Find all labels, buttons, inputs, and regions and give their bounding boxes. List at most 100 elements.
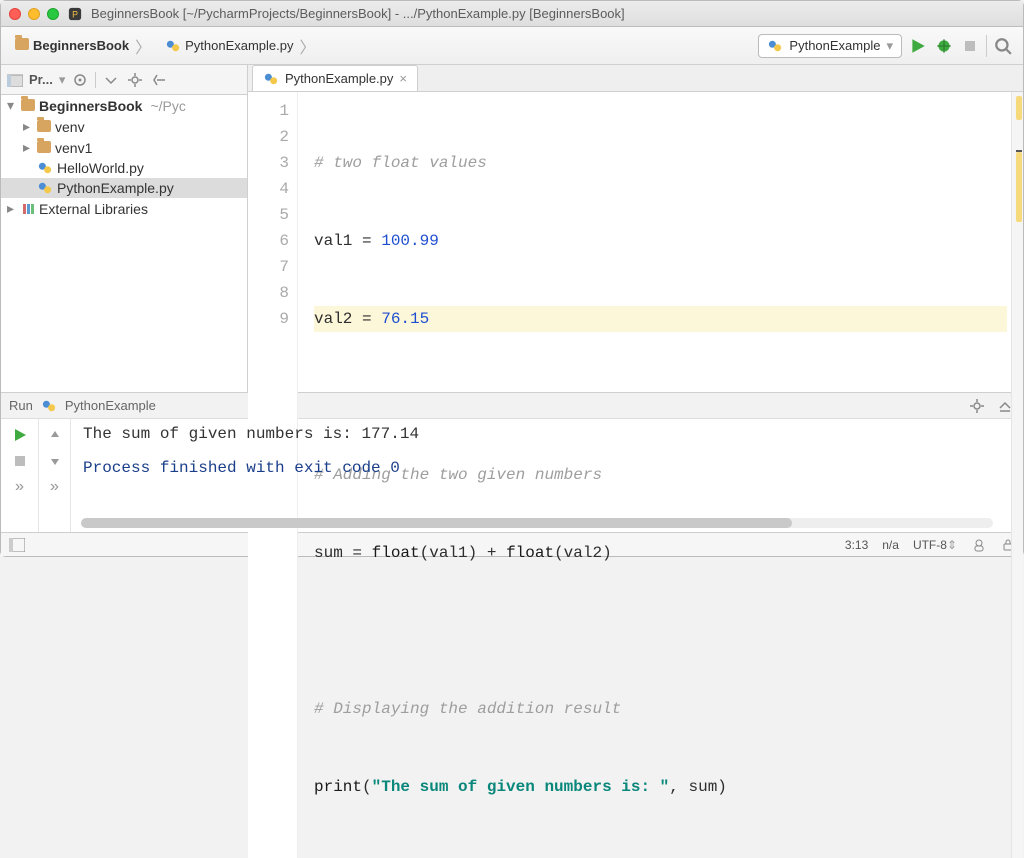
run-title-config: PythonExample xyxy=(65,398,156,413)
project-root[interactable]: ▾ BeginnersBook ~/Pyc xyxy=(1,95,247,116)
scrollbar-thumb[interactable] xyxy=(81,518,792,528)
output-line: The sum of given numbers is: 177.14 xyxy=(83,425,1011,443)
run-button[interactable] xyxy=(908,36,928,56)
caret-marker xyxy=(1016,150,1022,152)
window-zoom-button[interactable] xyxy=(47,8,59,20)
python-file-icon xyxy=(165,39,181,53)
separator xyxy=(986,35,987,57)
library-icon xyxy=(21,202,35,216)
chevron-down-icon[interactable]: ▾ xyxy=(59,72,66,88)
tool-windows-quick-access-icon[interactable] xyxy=(9,538,25,552)
up-stack-icon[interactable] xyxy=(45,425,65,445)
svg-text:P: P xyxy=(72,9,78,19)
code-token: = xyxy=(343,544,372,562)
project-path: ~/Pyc xyxy=(150,98,185,114)
python-icon xyxy=(767,39,783,53)
search-everywhere-button[interactable] xyxy=(993,36,1013,56)
project-tree[interactable]: ▾ BeginnersBook ~/Pyc ▸ venv ▸ venv1 xyxy=(1,95,247,392)
line-number: 2 xyxy=(252,124,289,150)
code-comment: # Displaying the addition result xyxy=(314,700,621,718)
line-number: 9 xyxy=(252,306,289,332)
horizontal-scrollbar[interactable] xyxy=(81,518,993,528)
python-file-icon xyxy=(37,161,53,175)
external-libraries[interactable]: ▸ External Libraries xyxy=(1,198,247,219)
code-token: val1 xyxy=(314,232,352,250)
expand-arrow-icon[interactable]: ▸ xyxy=(23,118,33,135)
code-token: sum xyxy=(314,544,343,562)
breadcrumb-file-label: PythonExample.py xyxy=(185,38,293,53)
hide-tool-window-icon[interactable] xyxy=(150,71,168,89)
project-tab-label[interactable]: Pr... xyxy=(29,72,53,87)
code-comment: # two float values xyxy=(314,154,487,172)
project-toolbar: Pr... ▾ xyxy=(1,65,247,95)
line-number: 6 xyxy=(252,228,289,254)
tree-folder-venv[interactable]: ▸ venv xyxy=(1,116,247,137)
line-number: 7 xyxy=(252,254,289,280)
breadcrumb-project-label: BeginnersBook xyxy=(33,38,129,53)
chevron-down-icon: ▾ xyxy=(886,38,893,54)
window-minimize-button[interactable] xyxy=(28,8,40,20)
python-file-icon xyxy=(37,181,53,195)
tree-item-label: PythonExample.py xyxy=(57,180,174,196)
run-controls-left: » xyxy=(1,419,39,532)
project-view-icon xyxy=(7,73,23,87)
code-token: (val2) xyxy=(554,544,612,562)
run-controls-secondary: » xyxy=(39,419,71,532)
line-number: 4 xyxy=(252,176,289,202)
code-token: val2 xyxy=(314,310,352,328)
run-title-prefix: Run xyxy=(9,398,33,413)
python-file-icon xyxy=(263,72,279,86)
rerun-button[interactable] xyxy=(10,425,30,445)
settings-gear-icon[interactable] xyxy=(126,71,144,89)
python-icon xyxy=(41,399,57,413)
line-number: 8 xyxy=(252,280,289,306)
code-token: , sum) xyxy=(669,778,727,796)
tree-file-pythonexample[interactable]: PythonExample.py xyxy=(1,178,247,198)
window-close-button[interactable] xyxy=(9,8,21,20)
close-tab-icon[interactable]: × xyxy=(399,71,407,86)
collapse-all-icon[interactable] xyxy=(102,71,120,89)
code-token: = xyxy=(352,232,381,250)
scroll-from-source-icon[interactable] xyxy=(71,71,89,89)
debug-button[interactable] xyxy=(934,36,954,56)
expand-arrow-icon[interactable]: ▸ xyxy=(7,200,17,217)
folder-icon xyxy=(21,98,35,114)
stop-button[interactable] xyxy=(10,451,30,471)
code-token: 100.99 xyxy=(381,232,439,250)
run-body: » » The sum of given numbers is: 177.14 … xyxy=(1,419,1023,532)
run-config-selector[interactable]: PythonExample ▾ xyxy=(758,34,902,58)
code-token: 76.15 xyxy=(381,310,429,328)
expand-arrow-icon[interactable]: ▾ xyxy=(7,97,17,114)
stop-button[interactable] xyxy=(960,36,980,56)
separator xyxy=(95,72,96,88)
code-token: "The sum of given numbers is: " xyxy=(372,778,670,796)
warning-marker[interactable] xyxy=(1016,152,1022,222)
warning-marker[interactable] xyxy=(1016,96,1022,120)
breadcrumb: BeginnersBook 〉 PythonExample.py 〉 xyxy=(11,32,752,60)
code-token: = xyxy=(352,310,381,328)
code-token: float xyxy=(506,544,554,562)
expand-arrow-icon[interactable]: ▸ xyxy=(23,139,33,156)
folder-icon xyxy=(37,140,51,156)
code-token: print xyxy=(314,778,362,796)
more-button[interactable]: » xyxy=(10,477,30,497)
tree-item-label: venv1 xyxy=(55,140,92,156)
editor-tab-pythonexample[interactable]: PythonExample.py × xyxy=(252,65,418,91)
main-toolbar: BeginnersBook 〉 PythonExample.py 〉 Pytho… xyxy=(1,27,1023,65)
tree-file-helloworld[interactable]: HelloWorld.py xyxy=(1,158,247,178)
more-button[interactable]: » xyxy=(45,477,65,497)
chevron-right-icon: 〉 xyxy=(135,34,151,58)
tree-item-label: venv xyxy=(55,119,85,135)
titlebar: P BeginnersBook [~/PycharmProjects/Begin… xyxy=(1,1,1023,27)
line-number: 5 xyxy=(252,202,289,228)
editor-tab-label: PythonExample.py xyxy=(285,71,393,86)
breadcrumb-file[interactable]: PythonExample.py 〉 xyxy=(161,32,321,60)
run-output[interactable]: The sum of given numbers is: 177.14 Proc… xyxy=(71,419,1023,532)
project-tool-window: Pr... ▾ ▾ BeginnersBook ~/Pyc xyxy=(1,65,248,392)
main-area: Pr... ▾ ▾ BeginnersBook ~/Pyc xyxy=(1,65,1023,392)
down-stack-icon[interactable] xyxy=(45,451,65,471)
editor-tabs: PythonExample.py × xyxy=(248,65,1023,92)
external-libraries-label: External Libraries xyxy=(39,201,148,217)
tree-folder-venv1[interactable]: ▸ venv1 xyxy=(1,137,247,158)
breadcrumb-project[interactable]: BeginnersBook 〉 xyxy=(11,32,157,60)
